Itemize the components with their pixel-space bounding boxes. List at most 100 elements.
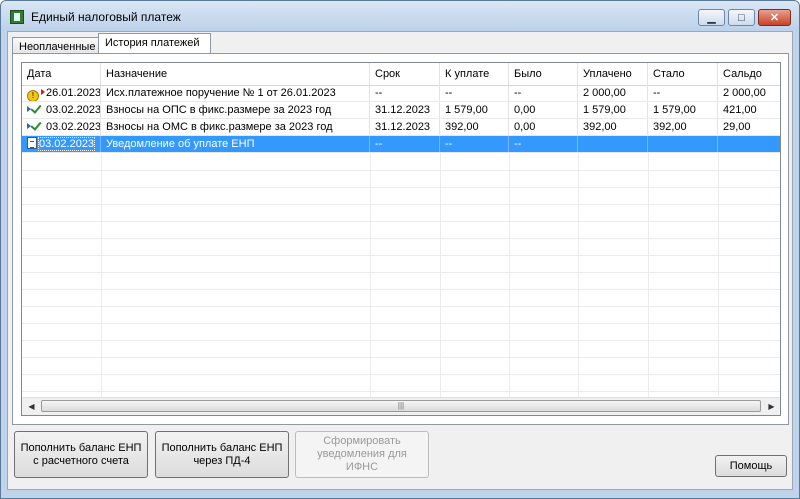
grid-line	[22, 323, 780, 324]
grid-line	[22, 187, 780, 188]
arrow-left-icon: ◀	[28, 402, 35, 411]
column-header-purpose[interactable]: Назначение	[101, 63, 370, 85]
row-date: 03.02.2023	[46, 121, 101, 133]
row-date: 03.02.2023	[46, 104, 101, 116]
top-up-pd4-button[interactable]: Пополнить баланс ЕНП через ПД-4	[155, 431, 289, 478]
button-label-line: уведомления для	[317, 448, 407, 460]
table-row[interactable]: 03.02.2023 Взносы на ОМС в фикс.размере …	[22, 119, 780, 136]
cell-was: 0,00	[509, 119, 578, 135]
table-row[interactable]: ! 26.01.2023 Исх.платежное поручение № 1 …	[22, 85, 780, 102]
grid-line	[22, 272, 780, 273]
column-header-was[interactable]: Было	[509, 63, 578, 85]
table-row-selected[interactable]: 03.02.2023 Уведомление об уплате ЕНП -- …	[22, 136, 780, 153]
window-title: Единый налоговый платеж	[31, 10, 181, 24]
button-label-line: через ПД-4	[193, 454, 251, 467]
document-icon	[27, 137, 37, 149]
cell-due: --	[370, 85, 440, 101]
help-button[interactable]: Помощь	[715, 455, 787, 477]
minimize-icon: ▁	[707, 12, 716, 24]
close-icon: ✕	[769, 12, 780, 24]
maximize-icon: □	[738, 11, 745, 24]
arrow-right-icon: ▶	[768, 402, 775, 411]
cell-purpose: Исх.платежное поручение № 1 от 26.01.202…	[101, 85, 370, 101]
column-header-became[interactable]: Стало	[648, 63, 718, 85]
grid-column-line	[718, 153, 719, 399]
column-header-to-pay[interactable]: К уплате	[440, 63, 509, 85]
cell-due: 31.12.2023	[370, 119, 440, 135]
scroll-right-button[interactable]: ▶	[763, 399, 780, 414]
grid-column-line	[509, 153, 510, 399]
cell-purpose: Уведомление об уплате ЕНП	[101, 136, 370, 152]
cell-due: 31.12.2023	[370, 102, 440, 118]
title-bar[interactable]: Единый налоговый платеж ▁ □ ✕	[1, 1, 799, 31]
scrollbar-thumb[interactable]: |||	[41, 400, 761, 412]
horizontal-scrollbar[interactable]: ◀ ||| ▶	[22, 397, 780, 415]
column-header-due[interactable]: Срок	[370, 63, 440, 85]
maximize-button[interactable]: □	[728, 9, 755, 26]
payments-grid[interactable]: Дата Назначение Срок К уплате Было Уплач…	[21, 62, 781, 416]
row-date: 03.02.2023	[37, 137, 96, 151]
form-notices-button[interactable]: Сформировать уведомления для ИФНС	[295, 431, 429, 478]
column-header-paid[interactable]: Уплачено	[578, 63, 648, 85]
tab-panel: Дата Назначение Срок К уплате Было Уплач…	[12, 53, 789, 425]
cell-date: 03.02.2023	[22, 136, 101, 152]
cell-was: --	[509, 85, 578, 101]
tab-unpaid[interactable]: Неоплаченные	[12, 37, 99, 54]
grid-line	[22, 374, 780, 375]
cell-to-pay: 1 579,00	[440, 102, 509, 118]
grid-line	[22, 204, 780, 205]
cell-became: --	[648, 85, 718, 101]
cell-date: ! 26.01.2023	[22, 85, 101, 101]
grip-icon: |||	[397, 401, 405, 410]
button-label: Сформировать уведомления для ИФНС	[317, 435, 407, 474]
grid-line	[22, 340, 780, 341]
check-icon	[32, 103, 44, 115]
grid-column-line	[440, 153, 441, 399]
main-window: Единый налоговый платеж ▁ □ ✕ Неоплаченн…	[0, 0, 800, 499]
cell-purpose: Взносы на ОМС в фикс.размере за 2023 год	[101, 119, 370, 135]
cell-paid: 2 000,00	[578, 85, 648, 101]
grid-line	[22, 170, 780, 171]
client-area: Неоплаченные История платежей Дата Назна…	[7, 31, 793, 490]
grid-line	[22, 306, 780, 307]
grid-column-line	[648, 153, 649, 399]
cell-balance: 2 000,00	[723, 87, 766, 99]
button-label: Пополнить баланс ЕНП через ПД-4	[162, 442, 283, 468]
grid-line	[22, 357, 780, 358]
cell-to-pay: --	[440, 136, 509, 152]
cell-paid: 1 579,00	[578, 102, 648, 118]
cell-date: 03.02.2023	[22, 119, 101, 135]
cell-was: --	[509, 136, 578, 152]
scroll-left-button[interactable]: ◀	[23, 399, 40, 414]
row-date: 26.01.2023	[46, 87, 101, 99]
cell-became: 392,00	[648, 119, 718, 135]
check-icon	[32, 120, 44, 132]
table-row[interactable]: 03.02.2023 Взносы на ОПС в фикс.размере …	[22, 102, 780, 119]
grid-column-line	[370, 153, 371, 399]
grid-column-line	[578, 153, 579, 399]
grid-line	[22, 221, 780, 222]
column-header-balance[interactable]: Сальдо	[718, 63, 780, 85]
cell-due: --	[370, 136, 440, 152]
cell-balance: 29,00	[723, 121, 751, 133]
grid-line	[22, 238, 780, 239]
cell-to-pay: 392,00	[440, 119, 509, 135]
grid-column-line	[101, 153, 102, 399]
cell-balance	[718, 136, 780, 152]
column-header-date[interactable]: Дата	[22, 63, 101, 85]
cell-paid	[578, 136, 648, 152]
close-button[interactable]: ✕	[758, 9, 791, 26]
cell-to-pay: --	[440, 85, 509, 101]
warning-icon: !	[27, 90, 39, 101]
top-up-from-account-button[interactable]: Пополнить баланс ЕНП с расчетного счета	[14, 431, 148, 478]
grid-line	[22, 255, 780, 256]
button-label-line: Пополнить баланс ЕНП	[161, 441, 283, 454]
tab-payment-history[interactable]: История платежей	[98, 33, 211, 54]
grid-line	[22, 289, 780, 290]
button-label-line: ИФНС	[345, 461, 379, 473]
grid-header: Дата Назначение Срок К уплате Было Уплач…	[22, 63, 780, 86]
minimize-button[interactable]: ▁	[698, 9, 725, 26]
button-label-line: Сформировать	[323, 435, 401, 447]
cell-paid: 392,00	[578, 119, 648, 135]
cell-date: 03.02.2023	[22, 102, 101, 118]
